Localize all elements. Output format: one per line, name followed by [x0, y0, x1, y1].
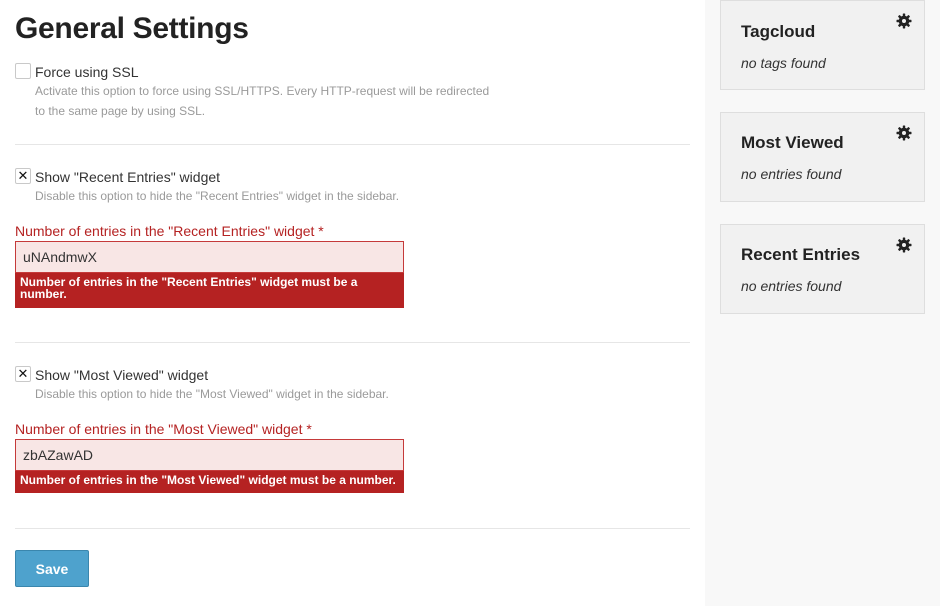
sidebar-widget-recent-entries: Recent Entries no entries found	[720, 224, 925, 314]
force-ssl-help-line1: Activate this option to force using SSL/…	[35, 84, 490, 98]
gear-icon[interactable]	[896, 13, 912, 29]
recent-entries-label: Show "Recent Entries" widget	[35, 169, 221, 185]
most-viewed-label: Show "Most Viewed" widget	[35, 367, 209, 383]
divider	[15, 528, 690, 529]
force-ssl-label: Force using SSL	[35, 64, 139, 80]
recent-entries-count-input[interactable]	[15, 241, 404, 273]
force-ssl-checkbox[interactable]	[15, 63, 31, 79]
recent-entries-help: Disable this option to hide the "Recent …	[35, 189, 400, 203]
most-viewed-count-label: Number of entries in the "Most Viewed" w…	[15, 421, 312, 437]
recent-entries-count-label: Number of entries in the "Recent Entries…	[15, 223, 324, 239]
divider	[15, 144, 690, 145]
page-title: General Settings	[15, 12, 249, 45]
recent-entries-count-error: Number of entries in the "Recent Entries…	[15, 273, 404, 308]
check-mark-icon: ✕	[17, 168, 29, 183]
widget-title: Tagcloud	[741, 22, 816, 41]
settings-main: General Settings Force using SSL Activat…	[0, 0, 705, 606]
most-viewed-count-error: Number of entries in the "Most Viewed" w…	[15, 471, 404, 493]
widget-empty-text: no entries found	[741, 278, 842, 294]
most-viewed-help: Disable this option to hide the "Most Vi…	[35, 387, 389, 401]
force-ssl-help-line2: to the same page by using SSL.	[35, 104, 206, 118]
divider	[15, 342, 690, 343]
save-button[interactable]: Save	[15, 550, 89, 587]
most-viewed-checkbox[interactable]: ✕	[15, 366, 31, 382]
widget-empty-text: no tags found	[741, 55, 826, 71]
sidebar: Tagcloud no tags found Most Viewed no en…	[705, 0, 940, 606]
most-viewed-count-input[interactable]	[15, 439, 404, 471]
gear-icon[interactable]	[896, 125, 912, 141]
widget-title: Most Viewed	[741, 133, 844, 152]
force-ssl-help: Activate this option to force using SSL/…	[35, 81, 555, 121]
recent-entries-checkbox[interactable]: ✕	[15, 168, 31, 184]
sidebar-widget-most-viewed: Most Viewed no entries found	[720, 112, 925, 202]
widget-empty-text: no entries found	[741, 166, 842, 182]
sidebar-widget-tagcloud: Tagcloud no tags found	[720, 0, 925, 90]
check-mark-icon: ✕	[17, 366, 29, 381]
widget-title: Recent Entries	[741, 245, 861, 264]
gear-icon[interactable]	[896, 237, 912, 253]
